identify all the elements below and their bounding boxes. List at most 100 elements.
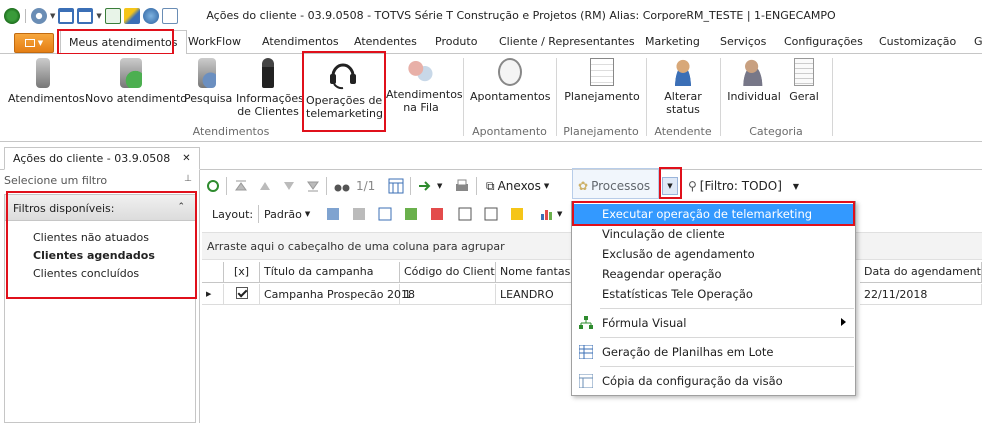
cell-nome[interactable]: LEANDRO — [496, 284, 576, 305]
column-header-select[interactable]: [x] — [224, 262, 260, 283]
layout-label: Layout: — [212, 207, 254, 221]
tab-workflow[interactable]: WorkFlow — [188, 35, 241, 48]
close-icon[interactable]: ✕ — [182, 153, 190, 164]
menu-item-estatisticas[interactable]: Estatísticas Tele Operação — [573, 284, 854, 304]
row-indicator-header — [202, 262, 224, 283]
tab-atendentes[interactable]: Atendentes — [354, 35, 417, 48]
document-tab-bar: Ações do cliente - 03.9.0508 ✕ — [0, 142, 982, 170]
filters-box: Filtros disponíveis: ⌃ Clientes não atua… — [4, 194, 196, 423]
grid-icon[interactable] — [458, 206, 472, 222]
last-record-icon[interactable] — [306, 178, 320, 194]
filter-panel: Selecione um filtro ⊥ Filtros disponívei… — [0, 170, 200, 423]
group-atendimentos: Atendimentos — [192, 125, 270, 138]
phone-icon — [36, 58, 50, 88]
individual-button[interactable]: Individual — [727, 58, 781, 103]
menu-item-exclusao-agendamento[interactable]: Exclusão de agendamento — [573, 244, 854, 264]
column-header-titulo[interactable]: Título da campanha — [260, 262, 400, 283]
refresh-icon[interactable] — [206, 178, 220, 194]
checkbox-checked-icon — [235, 287, 248, 299]
tab-produto[interactable]: Produto — [435, 35, 477, 48]
file-menu-button[interactable]: ▼ — [14, 33, 54, 53]
menu-item-copia-configuracao[interactable]: Cópia da configuração da visão — [573, 371, 854, 391]
pesquisa-button[interactable]: Pesquisa — [184, 58, 232, 105]
column-header-data[interactable]: Data do agendamento — [860, 262, 982, 283]
alterar-status-button[interactable]: Alterar status — [653, 58, 713, 116]
filter-item-selected[interactable]: Clientes agendados — [33, 249, 155, 262]
submenu-arrow-icon — [841, 318, 846, 326]
cell-codigo[interactable]: 1 — [400, 284, 496, 305]
geral-button[interactable]: Geral — [786, 58, 822, 103]
processos-menu: Executar operação de telemarketing Vincu… — [571, 201, 856, 396]
paperclip-icon: ⧉ — [486, 178, 495, 193]
formula-icon[interactable] — [510, 206, 524, 222]
cell-titulo[interactable]: Campanha Prospecão 2018 — [260, 284, 415, 305]
column-header-codigo[interactable]: Código do Cliente — [400, 262, 496, 283]
layout-select[interactable]: Padrão ▼ — [264, 206, 310, 222]
filter-item[interactable]: Clientes concluídos — [33, 267, 139, 280]
phone-search-icon — [198, 58, 216, 88]
grid-view-icon[interactable] — [388, 178, 404, 194]
window-title: Ações do cliente - 03.9.0508 - TOTVS Sér… — [206, 9, 836, 22]
novo-atendimento-button[interactable]: Novo atendimento — [85, 58, 187, 105]
chart-icon[interactable]: ▼ — [540, 206, 562, 222]
atendimentos-na-fila-button[interactable]: Atendimentos na Fila — [386, 58, 463, 114]
column-header-nome[interactable]: Nome fantasia — [496, 262, 576, 283]
tab-more[interactable]: G — [974, 35, 982, 48]
ribbon-tab-bar: ▼ Meus atendimentos WorkFlow Atendimento… — [0, 30, 982, 55]
export-icon[interactable]: ▼ — [418, 178, 442, 194]
print-icon[interactable] — [454, 178, 470, 194]
layout-toolbar: Layout: Padrão ▼ ▼ — [202, 202, 582, 226]
cell-data[interactable]: 22/11/2018 — [860, 284, 982, 305]
atendimentos-button[interactable]: Atendimentos — [8, 58, 85, 105]
filtro-button[interactable]: ⚲ [Filtro: TODO] ▼ — [688, 178, 799, 194]
tab-customizacao[interactable]: Customização — [879, 35, 956, 48]
filter-item[interactable]: Clientes não atuados — [33, 231, 149, 244]
import-icon[interactable] — [404, 206, 418, 222]
group-atendente: Atendente — [654, 125, 712, 138]
people-icon — [742, 58, 766, 86]
layout-icon[interactable] — [352, 206, 366, 222]
phone-add-icon — [120, 58, 142, 88]
tab-configuracoes[interactable]: Configurações — [784, 35, 863, 48]
menu-item-geracao-planilhas[interactable]: Geração de Planilhas em Lote — [573, 342, 854, 362]
upload-icon[interactable] — [430, 206, 444, 222]
menu-item-vinculacao-cliente[interactable]: Vinculação de cliente — [573, 224, 854, 244]
prev-record-icon[interactable] — [258, 178, 272, 194]
menu-item-executar-operacao[interactable]: Executar operação de telemarketing — [573, 204, 854, 224]
anexos-button[interactable]: ⧉ Anexos ▼ — [486, 178, 549, 194]
apontamentos-button[interactable]: Apontamentos — [470, 58, 551, 103]
first-record-icon[interactable] — [234, 178, 248, 194]
tab-atendimentos[interactable]: Atendimentos — [262, 35, 339, 48]
ribbon: Atendimentos Novo atendimento Pesquisa I… — [0, 54, 982, 142]
copy-view-icon — [579, 374, 593, 388]
spreadsheet-icon — [579, 345, 593, 359]
document-tab[interactable]: Ações do cliente - 03.9.0508 ✕ — [4, 147, 200, 170]
save-layout-icon[interactable] — [326, 206, 340, 222]
processos-dropdown[interactable]: ▼ — [662, 177, 678, 195]
queue-icon — [408, 58, 434, 84]
tab-cliente-representantes[interactable]: Cliente / Representantes — [499, 35, 635, 48]
binoculars-icon[interactable] — [334, 178, 350, 194]
pin-icon[interactable]: ⊥ — [184, 174, 192, 184]
menu-item-reagendar-operacao[interactable]: Reagendar operação — [573, 264, 854, 284]
tab-meus-atendimentos[interactable]: Meus atendimentos — [60, 30, 187, 55]
operacoes-de-telemarketing-button[interactable]: Operações de telemarketing — [306, 58, 383, 120]
calendar-icon — [590, 58, 614, 86]
user-status-icon — [672, 58, 694, 86]
filter-icon: ⚲ — [688, 179, 697, 193]
title-bar: ▼ ▼ Ações do cliente - 03.9.0508 - TOTVS… — [0, 0, 982, 30]
tab-servicos[interactable]: Serviços — [720, 35, 766, 48]
informacoes-de-clientes-button[interactable]: Informações de Clientes — [236, 58, 304, 118]
menu-icon — [24, 39, 35, 47]
tab-marketing[interactable]: Marketing — [645, 35, 700, 48]
columns-icon[interactable] — [378, 206, 392, 222]
menu-item-formula-visual[interactable]: Fórmula Visual — [573, 313, 854, 333]
chevron-up-icon[interactable]: ⌃ — [177, 202, 185, 212]
next-record-icon[interactable] — [282, 178, 296, 194]
stopwatch-icon — [498, 58, 522, 86]
sum-icon[interactable] — [484, 206, 498, 222]
row-checkbox[interactable] — [224, 284, 260, 305]
filters-header[interactable]: Filtros disponíveis: ⌃ — [5, 195, 195, 221]
planejamento-button[interactable]: Planejamento — [562, 58, 642, 103]
processos-button[interactable]: ✿ Processos — [578, 178, 650, 194]
